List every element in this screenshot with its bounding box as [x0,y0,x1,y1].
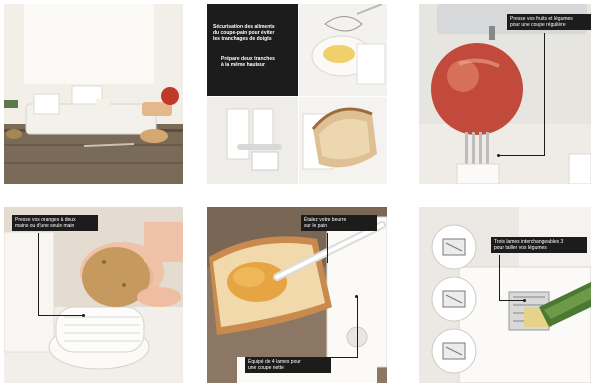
product-photo-blades: Trois lames interchangeables 3 pour tail… [419,207,591,383]
callout-leader [357,297,358,357]
feature-grid-images [207,4,387,184]
callout-dot [82,314,85,317]
kitchen-scene-image [4,4,183,184]
blades-image [419,207,591,383]
callout-leader [499,155,545,156]
apple-callout: Presse vos fruits et légumes pour une co… [507,14,591,30]
potato-image [4,207,183,383]
callout-dot [497,154,500,157]
callout-dot [523,299,526,302]
callout-leader [499,255,500,300]
callout-leader [327,233,328,263]
product-feature-grid: Sécurisation des aliments du coupe-pain … [207,4,387,184]
callout-leader [325,357,358,358]
product-photo-bread-butter: Étalez votre beurre sur le pain Équipé d… [207,207,387,383]
callout-dot [355,295,358,298]
apple-image [419,4,591,184]
blades-callout: Équipé de 4 lames pour une coupe nette [245,357,331,373]
callout-leader [38,233,39,315]
potato-callout: Presse vos oranges à deux mains ou d'une… [12,215,98,231]
blades-options-callout: Trois lames interchangeables 3 pour tail… [491,237,587,253]
product-photo-kitchen-scene [4,4,183,184]
callout-leader [544,33,545,155]
product-photo-apple: Presse vos fruits et légumes pour une co… [419,4,591,184]
product-photo-potato: Presse vos oranges à deux mains ou d'une… [4,207,183,383]
callout-leader [38,315,83,316]
callout-leader [499,300,525,301]
butter-callout: Étalez votre beurre sur le pain [301,215,377,231]
